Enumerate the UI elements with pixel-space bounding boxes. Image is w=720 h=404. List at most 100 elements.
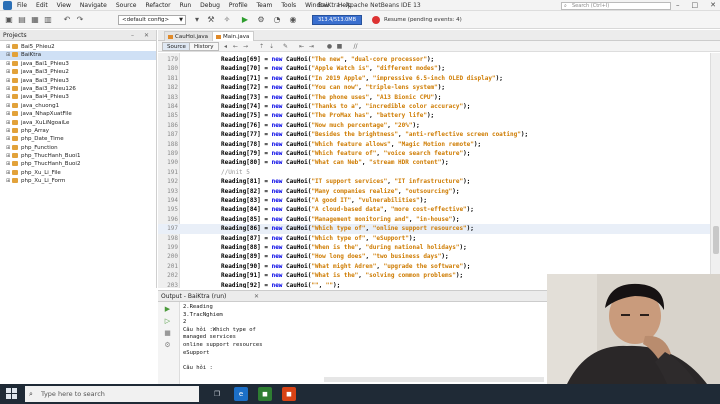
set-config-icon[interactable]: ▾ <box>192 15 202 25</box>
find-previous-icon[interactable]: ⇡ <box>258 43 265 50</box>
code-line[interactable]: 186 Reading[76] = new CauHoi("Now much pe… <box>158 121 710 130</box>
tab-output[interactable]: Output - BaiKtra (run) <box>161 291 226 302</box>
code-line[interactable]: 180 Reading[70] = new CauHoi("Apple Watch… <box>158 64 710 73</box>
code-line[interactable]: 190 Reading[80] = new CauHoi("What can Ne… <box>158 158 710 167</box>
tab-source[interactable]: Source <box>162 42 191 51</box>
settings-icon[interactable]: ⚙ <box>163 341 172 349</box>
tab-main-java[interactable]: Main.java <box>212 31 255 41</box>
code-line[interactable]: 195 Reading[84] = new CauHoi("A cloud-bas… <box>158 205 710 214</box>
find-next-icon[interactable]: ⇣ <box>268 43 275 50</box>
project-item[interactable]: ⊞ java_NhapXuatFile <box>0 110 156 118</box>
stop-icon[interactable]: ■ <box>163 329 172 337</box>
open-project-icon[interactable]: ▦ <box>30 15 40 25</box>
new-file-icon[interactable]: ▤ <box>17 15 27 25</box>
tab-cauhoi-java[interactable]: CauHoi.java <box>164 31 213 41</box>
clean-build-icon[interactable]: ✧ <box>222 15 232 25</box>
project-item[interactable]: ⊞ java_Bai3_Phieu126 <box>0 85 156 93</box>
undo-icon[interactable]: ↶ <box>62 15 72 25</box>
taskbar-search-input[interactable]: ⌕ Type here to search <box>25 386 199 402</box>
code-line[interactable]: 181 Reading[71] = new CauHoi("In 2019 App… <box>158 74 710 83</box>
scroll-thumb[interactable] <box>713 226 719 254</box>
windows-start-icon[interactable] <box>6 388 18 400</box>
project-item[interactable]: ⊞ java_Bai4_Phieu3 <box>0 93 156 101</box>
code-area[interactable]: 179 Reading[69] = new CauHoi("The new", "… <box>158 53 710 288</box>
minimize-icon[interactable]: – <box>676 0 680 11</box>
memory-usage-bar[interactable]: 313.4/513.0MB <box>312 15 362 25</box>
project-item[interactable]: ⊞ php_Function <box>0 144 156 152</box>
menu-profile[interactable]: Profile <box>229 0 248 11</box>
toggle-highlight-icon[interactable]: ✎ <box>282 43 289 50</box>
project-item[interactable]: ⊞ java_Bai1_Phieu3 <box>0 60 156 68</box>
code-line[interactable]: 183 Reading[73] = new CauHoi("The phone u… <box>158 93 710 102</box>
run-icon[interactable]: ▶ <box>240 15 250 25</box>
redo-icon[interactable]: ↷ <box>75 15 85 25</box>
project-item[interactable]: ⊞ php_Xu_Li_Form <box>0 177 156 185</box>
code-line[interactable]: 191 //Unit 5 <box>158 168 710 177</box>
code-line[interactable]: 184 Reading[74] = new CauHoi("Thanks to a… <box>158 102 710 111</box>
build-icon[interactable]: ⚒ <box>206 15 216 25</box>
code-line[interactable]: 185 Reading[75] = new CauHoi("The ProMax … <box>158 111 710 120</box>
shift-left-icon[interactable]: ⇤ <box>298 43 305 50</box>
app-red-icon[interactable]: ◼ <box>282 387 296 401</box>
maximize-icon[interactable]: □ <box>692 0 699 11</box>
code-line[interactable]: 201 Reading[90] = new CauHoi("What might … <box>158 262 710 271</box>
debug-icon[interactable]: ⚙ <box>256 15 266 25</box>
code-line[interactable]: 189 Reading[79] = new CauHoi("Which featu… <box>158 149 710 158</box>
menu-run[interactable]: Run <box>180 0 192 11</box>
menu-view[interactable]: View <box>57 0 71 11</box>
code-line[interactable]: 192 Reading[81] = new CauHoi("IT support … <box>158 177 710 186</box>
tab-projects[interactable]: Projects <box>3 30 27 41</box>
code-line[interactable]: 198 Reading[87] = new CauHoi("Which type … <box>158 234 710 243</box>
code-line[interactable]: 193 Reading[82] = new CauHoi("Many compan… <box>158 187 710 196</box>
new-project-icon[interactable]: ▣ <box>4 15 14 25</box>
code-line[interactable]: 200 Reading[89] = new CauHoi("How long do… <box>158 252 710 261</box>
project-item[interactable]: ⊞ php_ThucHanh_Buoi1 <box>0 152 156 160</box>
start-macro-icon[interactable]: ● <box>326 43 333 50</box>
menu-tools[interactable]: Tools <box>281 0 296 11</box>
comment-icon[interactable]: // <box>352 43 359 50</box>
minimize-panel-icon[interactable]: – <box>131 30 134 41</box>
apply-changes-icon[interactable]: ◉ <box>288 15 298 25</box>
code-line[interactable]: 179 Reading[69] = new CauHoi("The new", "… <box>158 55 710 64</box>
menu-edit[interactable]: Edit <box>36 0 48 11</box>
project-item[interactable]: ⊞ java_Bai3_Phieu3 <box>0 77 156 85</box>
code-line[interactable]: 187 Reading[77] = new CauHoi("Besides the… <box>158 130 710 139</box>
output-scrollbar[interactable] <box>324 377 544 382</box>
tab-history[interactable]: History <box>189 42 219 51</box>
project-item[interactable]: ⊞ BaiKtra <box>0 51 156 60</box>
project-item[interactable]: ⊞ php_Array <box>0 127 156 135</box>
menu-debug[interactable]: Debug <box>200 0 220 11</box>
forward-icon[interactable]: → <box>242 43 249 50</box>
menu-team[interactable]: Team <box>257 0 273 11</box>
menu-navigate[interactable]: Navigate <box>80 0 107 11</box>
rerun-changed-icon[interactable]: ▷ <box>163 317 172 325</box>
last-edit-icon[interactable]: ◂ <box>222 43 229 50</box>
rerun-icon[interactable]: ▶ <box>163 305 172 313</box>
project-item[interactable]: ⊞ java_Bai3_Phieu2 <box>0 68 156 76</box>
close-icon[interactable]: ✕ <box>710 0 716 11</box>
code-line[interactable]: 199 Reading[88] = new CauHoi("When is the… <box>158 243 710 252</box>
code-line[interactable]: 194 Reading[83] = new CauHoi("A good IT",… <box>158 196 710 205</box>
project-item[interactable]: ⊞ php_Date_Time <box>0 135 156 143</box>
project-item[interactable]: ⊞ Bai5_Phieu2 <box>0 43 156 51</box>
profile-icon[interactable]: ◔ <box>272 15 282 25</box>
project-item[interactable]: ⊞ php_ThucHanh_Buoi2 <box>0 160 156 168</box>
app-green-icon[interactable]: ◼ <box>258 387 272 401</box>
project-item[interactable]: ⊞ java_XuLiNgoaiLe <box>0 119 156 127</box>
code-line[interactable]: 188 Reading[78] = new CauHoi("Which featu… <box>158 140 710 149</box>
stop-macro-icon[interactable]: ■ <box>336 43 343 50</box>
code-line[interactable]: 197 Reading[86] = new CauHoi("Which type … <box>158 224 710 234</box>
search-input[interactable]: ⌕ Search (Ctrl+I) <box>561 2 671 10</box>
menu-source[interactable]: Source <box>116 0 137 11</box>
editor-scrollbar[interactable] <box>710 53 720 288</box>
project-item[interactable]: ⊞ java_chuong1 <box>0 102 156 110</box>
resume-button[interactable]: Resume (pending events: 4) <box>370 14 462 26</box>
config-select[interactable]: <default config> ▼ <box>118 15 186 25</box>
task-view-icon[interactable]: ❐ <box>210 387 224 401</box>
close-output-icon[interactable]: ✕ <box>254 291 259 302</box>
save-all-icon[interactable]: ▥ <box>43 15 53 25</box>
menu-file[interactable]: File <box>17 0 27 11</box>
code-line[interactable]: 196 Reading[85] = new CauHoi("Management … <box>158 215 710 224</box>
project-item[interactable]: ⊞ php_Xu_Li_File <box>0 169 156 177</box>
close-panel-icon[interactable]: ✕ <box>144 30 149 41</box>
